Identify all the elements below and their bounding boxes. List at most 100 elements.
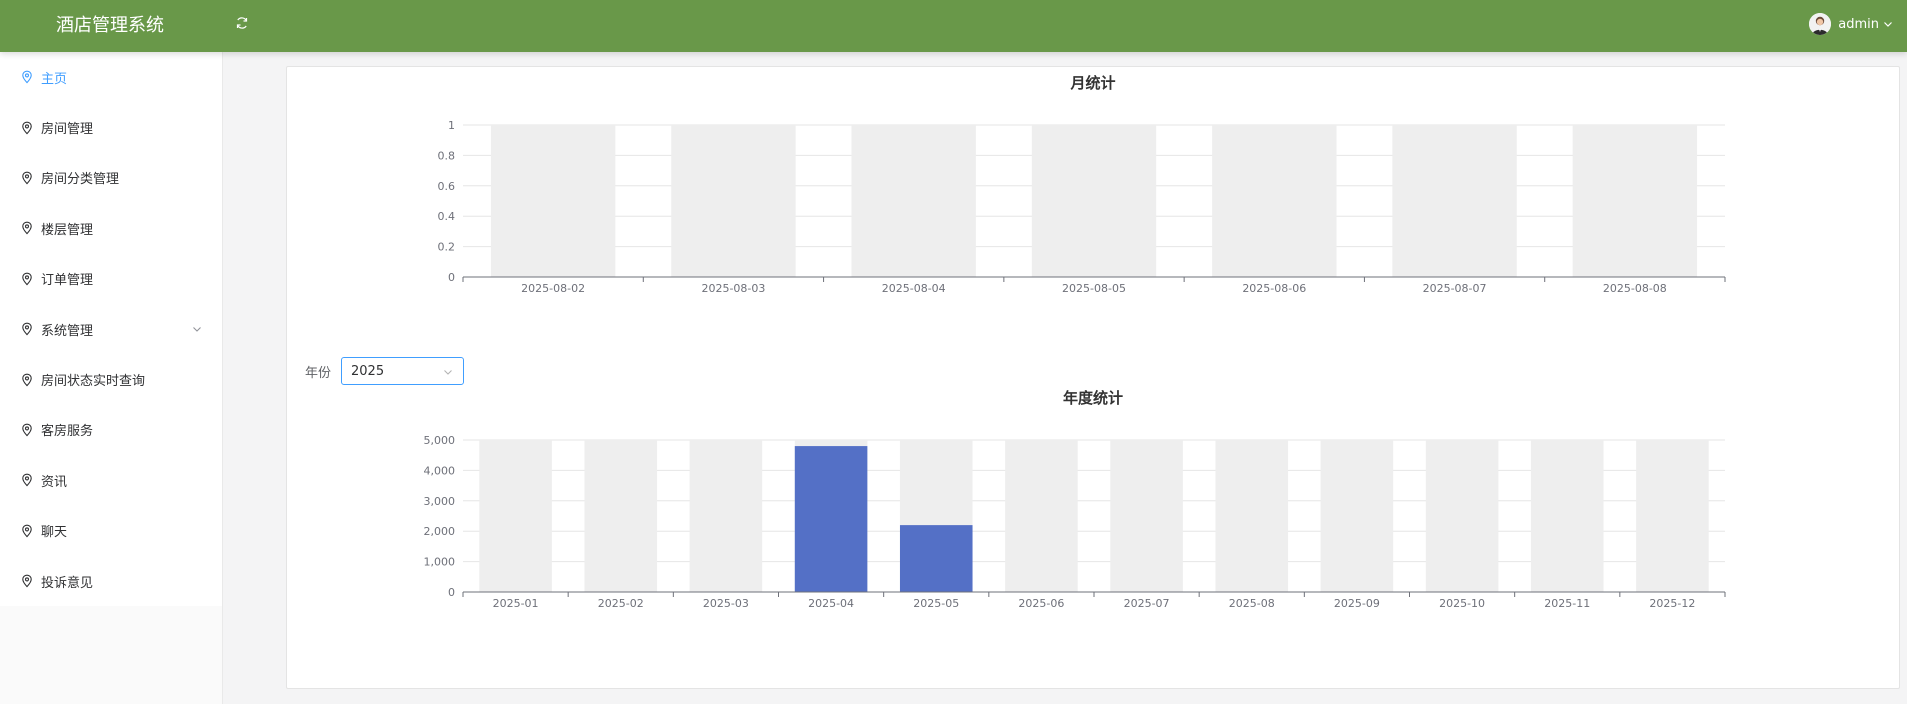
sidebar-item-label: 订单管理 (41, 273, 94, 289)
x-tick-label: 2025-09 (1334, 597, 1380, 610)
sidebar-item-10[interactable]: 投诉意见 (0, 555, 222, 607)
x-tick-label: 2025-10 (1439, 597, 1485, 610)
bar-background (671, 125, 796, 277)
bar-background (1215, 440, 1289, 592)
x-tick-label: 2025-05 (913, 597, 959, 610)
location-pin-icon (22, 222, 32, 235)
x-tick-label: 2025-07 (1124, 597, 1170, 610)
sidebar-item-5[interactable]: 系统管理 (0, 303, 222, 355)
x-tick-label: 2025-04 (808, 597, 854, 610)
x-tick-label: 2025-08-02 (521, 282, 585, 295)
sidebar-menu: 主页房间管理房间分类管理楼层管理订单管理系统管理房间状态实时查询 客房服务资讯聊天… (0, 52, 222, 607)
sidebar-item-label: 房间分类管理 (41, 172, 120, 188)
sidebar-item-7[interactable]: 客房服务 (0, 404, 222, 456)
bar-background (851, 125, 976, 277)
refresh-icon[interactable] (235, 16, 249, 30)
sidebar-item-label: 客房服务 (41, 424, 94, 440)
sidebar-item-label: 系统管理 (41, 323, 94, 339)
y-tick-label: 3,000 (424, 495, 456, 508)
x-tick-label: 2025-08-08 (1603, 282, 1667, 295)
bar-background (1212, 125, 1337, 277)
yearly-chart: 0 1,000 2,000 3,000 4,000 5,000 2025-01 2025-02… (424, 434, 1726, 610)
year-filter: 年份 2025 (305, 357, 465, 385)
sidebar-item-8[interactable]: 资讯 (0, 455, 222, 506)
bar-background (490, 125, 616, 277)
bar-background (1572, 125, 1698, 277)
x-tick-label: 2025-08-07 (1423, 282, 1487, 295)
location-pin-icon (22, 423, 32, 437)
bar-background (479, 440, 552, 592)
y-tick-label: 2,000 (424, 525, 456, 538)
y-tick-label: 0.4 (438, 210, 456, 223)
y-tick-label: 1 (448, 119, 455, 132)
x-tick-label: 2025-08-04 (882, 282, 946, 295)
bar-background (1392, 125, 1517, 277)
sidebar-item-1[interactable]: 房间管理 (0, 102, 222, 153)
chevron-down-icon (1884, 22, 1892, 27)
chevron-down-icon (444, 370, 452, 375)
x-tick-label: 2025-06 (1018, 597, 1064, 610)
avatar (1809, 13, 1832, 35)
y-tick-label: 0 (448, 271, 455, 284)
x-tick-label: 2025-08-06 (1242, 282, 1306, 295)
year-select-value: 2025 (351, 363, 385, 379)
bar-background (1031, 125, 1157, 277)
bar-background (1320, 440, 1394, 592)
x-tick-label: 2025-03 (703, 597, 749, 610)
bar-background (1110, 440, 1183, 592)
x-tick-label: 2025-08-03 (701, 282, 765, 295)
top-header: 酒店管理系统 admin (0, 0, 1907, 52)
username: admin (1838, 16, 1879, 32)
user-menu[interactable]: admin (1809, 11, 1893, 37)
y-tick-label: 1,000 (424, 556, 456, 569)
y-tick-label: 0.2 (438, 241, 456, 254)
location-pin-icon (22, 473, 32, 487)
bar-background (584, 440, 658, 592)
x-tick-label: 2025-01 (493, 597, 539, 610)
x-tick-label: 2025-02 (598, 597, 644, 610)
y-tick-label: 5,000 (424, 434, 456, 447)
x-tick-label: 2025-08 (1229, 597, 1275, 610)
y-tick-label: 0.8 (438, 149, 456, 162)
location-pin-icon (22, 272, 32, 286)
bar-background (1425, 440, 1499, 592)
sidebar: 主页房间管理房间分类管理楼层管理订单管理系统管理房间状态实时查询 客房服务资讯聊天… (0, 52, 223, 704)
sidebar-item-label: 房间状态实时查询 (41, 374, 146, 390)
location-pin-icon (22, 524, 32, 538)
year-select[interactable]: 2025 (341, 357, 465, 385)
location-pin-icon (22, 574, 32, 588)
year-label: 年份 (305, 365, 332, 381)
sidebar-item-label: 主页 (41, 71, 68, 87)
y-tick-label: 0.6 (438, 180, 456, 193)
monthly-chart: 0 0.2 0.4 0.6 0.8 1 2025-08-02 2025-08-03 2025-0… (438, 119, 1726, 295)
sidebar-item-3[interactable]: 楼层管理 (0, 203, 222, 254)
x-tick-label: 2025-11 (1544, 597, 1590, 610)
bar-2025-04[interactable] (794, 446, 868, 592)
location-pin-icon (22, 373, 32, 386)
y-tick-label: 4,000 (424, 464, 456, 477)
dashboard-panel: 月统计 0 0.2 0.4 0.6 0.8 1 2025-08-02 2025-08-03 20… (286, 66, 1900, 689)
location-pin-icon (22, 171, 32, 185)
sidebar-item-6[interactable]: 房间状态实时查询 (0, 354, 222, 405)
app-title: 酒店管理系统 (56, 15, 164, 36)
bar-background (1530, 440, 1604, 592)
sidebar-item-0[interactable]: 主页 (0, 52, 222, 103)
bar-background (1636, 440, 1709, 592)
bar-2025-05[interactable] (899, 525, 973, 592)
sidebar-item-label: 投诉意见 (41, 575, 94, 591)
avatar-icon (1809, 13, 1832, 35)
location-pin-icon (22, 121, 32, 134)
x-tick-label: 2025-12 (1649, 597, 1695, 610)
sidebar-item-label: 房间管理 (41, 122, 94, 138)
y-tick-label: 0 (448, 586, 455, 599)
bar-background (689, 440, 763, 592)
sidebar-item-4[interactable]: 订单管理 (0, 253, 222, 304)
sidebar-item-label: 资讯 (41, 474, 68, 490)
yearly-chart-title: 年度统计 (1062, 389, 1124, 407)
chevron-down-icon (193, 327, 201, 332)
location-pin-icon (22, 322, 32, 336)
sidebar-item-2[interactable]: 房间分类管理 (0, 152, 222, 204)
bar-background (1005, 440, 1078, 592)
sidebar-item-9[interactable]: 聊天 (0, 505, 222, 556)
sidebar-item-label: 聊天 (41, 525, 68, 541)
